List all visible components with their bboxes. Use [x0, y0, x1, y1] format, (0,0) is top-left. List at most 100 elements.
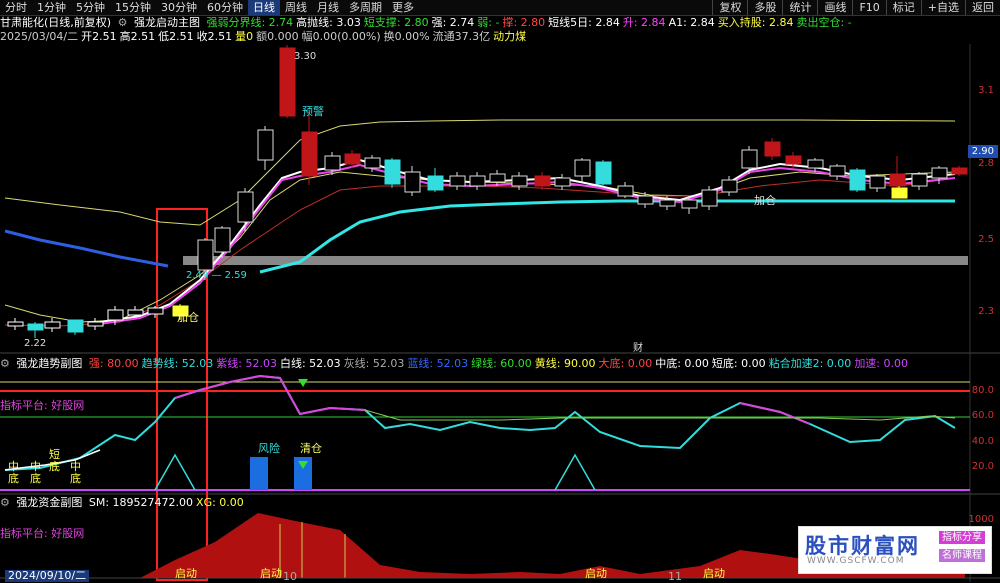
- candle: [427, 175, 444, 191]
- duan-mark: 短: [49, 447, 60, 461]
- candle: [489, 173, 506, 183]
- candle: [891, 187, 908, 199]
- candle: [931, 167, 948, 179]
- candle: [574, 159, 591, 177]
- add-position-label-2: 加仓: [177, 310, 199, 324]
- add-position-label: 加仓: [754, 193, 776, 207]
- candle: [889, 173, 906, 187]
- sub1-gear-icon[interactable]: ⚙: [0, 357, 10, 370]
- sub1-tick-1: 80.0: [971, 385, 994, 396]
- candle: [67, 319, 84, 333]
- watermark-tag-2: 名师课程: [939, 549, 985, 562]
- low-marker: 2.22: [24, 338, 46, 349]
- sub1-tick-4: 20.0: [971, 461, 994, 472]
- qidong-4: 启动: [703, 567, 725, 580]
- candle: [659, 199, 676, 207]
- candle: [681, 199, 698, 209]
- candle: [741, 149, 758, 169]
- candle: [384, 159, 401, 185]
- candle: [127, 309, 144, 316]
- ma-yellow-lower: [4, 171, 956, 323]
- finance-marker: 财: [633, 341, 643, 354]
- date-tick-1: 10: [283, 570, 297, 583]
- trend-indicator-value-1: 趋势线: 52.03: [141, 357, 214, 370]
- candle: [637, 195, 654, 205]
- trend-indicator-header: ⚙ 强龙趋势副图 强: 80.00 趋势线: 52.03 紫线: 52.03 白线: …: [0, 357, 911, 370]
- sub1-indicator-name[interactable]: 强龙趋势副图: [16, 357, 82, 370]
- sub2-indicator-name[interactable]: 强龙资金副图: [16, 496, 82, 509]
- clear-label: 清仓: [300, 441, 322, 455]
- candle: [237, 191, 254, 223]
- price-tick-4: 2.3: [978, 306, 994, 317]
- di-1: 底: [8, 471, 19, 485]
- date-tick-2: 11: [668, 570, 682, 583]
- risk-bar: [250, 457, 268, 490]
- sub2-platform-label: 指标平台: 好股网: [0, 527, 85, 540]
- candle: [829, 165, 846, 177]
- di-2: 底: [30, 471, 41, 485]
- trend-magenta-line-2: [739, 402, 811, 425]
- candle: [324, 155, 341, 171]
- kline-chart[interactable]: 3.30 预警 加仓 加仓 2.22 2.49 — 2.59 财 风险 清仓 中…: [0, 0, 1000, 582]
- price-tick-1: 3.1: [978, 85, 994, 96]
- candle: [764, 141, 781, 157]
- sub1-tick-2: 60.0: [971, 410, 994, 421]
- sub2-gear-icon[interactable]: ⚙: [0, 496, 10, 509]
- candles: [7, 45, 968, 338]
- candle: [301, 131, 318, 177]
- candle: [849, 169, 866, 191]
- candle: [147, 307, 164, 315]
- trend-indicator-value-8: 大底: 0.00: [598, 357, 653, 370]
- candle: [721, 179, 738, 193]
- trend-indicator-value-10: 短底: 0.00: [711, 357, 766, 370]
- candle: [511, 175, 528, 187]
- ma-blue-line: [4, 229, 169, 268]
- watermark: 股市财富网 WWW.GSCFW.COM 指标分享 名师课程: [798, 526, 992, 574]
- capital-indicator-value-0: SM: 189527472.00: [88, 496, 194, 509]
- candle: [869, 175, 886, 189]
- trend-green-curve: [364, 409, 956, 421]
- trend-indicator-value-4: 灰线: 52.03: [343, 357, 405, 370]
- trend-indicator-value-2: 紫线: 52.03: [216, 357, 277, 370]
- price-tick-3: 2.5: [978, 234, 994, 245]
- candle: [214, 227, 231, 253]
- candle: [257, 129, 274, 161]
- candle: [7, 321, 24, 327]
- candle: [107, 309, 124, 321]
- price-tick-2: 2.8: [978, 158, 994, 169]
- candle: [197, 239, 214, 271]
- sub2-tick-1: 1000: [968, 514, 994, 525]
- watermark-url: WWW.GSCFW.COM: [807, 556, 905, 566]
- level-marker: 2.49 — 2.59: [186, 270, 247, 281]
- candle: [534, 175, 551, 187]
- candle: [344, 153, 361, 165]
- capital-indicator-header: ⚙ 强龙资金副图 SM: 189527472.00 XG: 0.00: [0, 496, 247, 509]
- trend-indicator-value-7: 黄线: 90.00: [534, 357, 596, 370]
- candle: [911, 173, 928, 187]
- candle: [87, 321, 104, 327]
- capital-indicator-value-1: XG: 0.00: [196, 496, 244, 509]
- di-3: 底: [49, 459, 60, 473]
- trend-indicator-value-11: 粘合加速2: 0.00: [768, 357, 852, 370]
- risk-label: 风险: [258, 441, 280, 455]
- warn-label: 预警: [302, 104, 324, 118]
- candle: [785, 155, 802, 165]
- qidong-3: 启动: [585, 567, 607, 580]
- trend-indicator-value-3: 白线: 52.03: [279, 357, 341, 370]
- trend-indicator-value-0: 强: 80.00: [88, 357, 139, 370]
- trend-indicator-value-5: 蓝线: 52.03: [407, 357, 469, 370]
- watermark-tag-1: 指标分享: [939, 531, 985, 544]
- trend-indicator-value-12: 加速: 0.00: [854, 357, 909, 370]
- candle: [554, 177, 571, 187]
- candle: [449, 175, 466, 187]
- sub1-tick-3: 40.0: [971, 436, 994, 447]
- trend-indicator-value-9: 中底: 0.00: [655, 357, 709, 370]
- candle: [404, 171, 421, 193]
- top-arrow-icon: [298, 379, 308, 387]
- sub1-platform-label: 指标平台: 好股网: [0, 399, 85, 412]
- candle: [617, 185, 634, 197]
- date-bar: 2024/09/10/二: [5, 570, 90, 582]
- trend-subchart: 风险 清仓 中 底 中 底 短 底 中 底: [0, 374, 970, 491]
- bottom-signal-2: [554, 453, 596, 491]
- candle: [469, 175, 486, 187]
